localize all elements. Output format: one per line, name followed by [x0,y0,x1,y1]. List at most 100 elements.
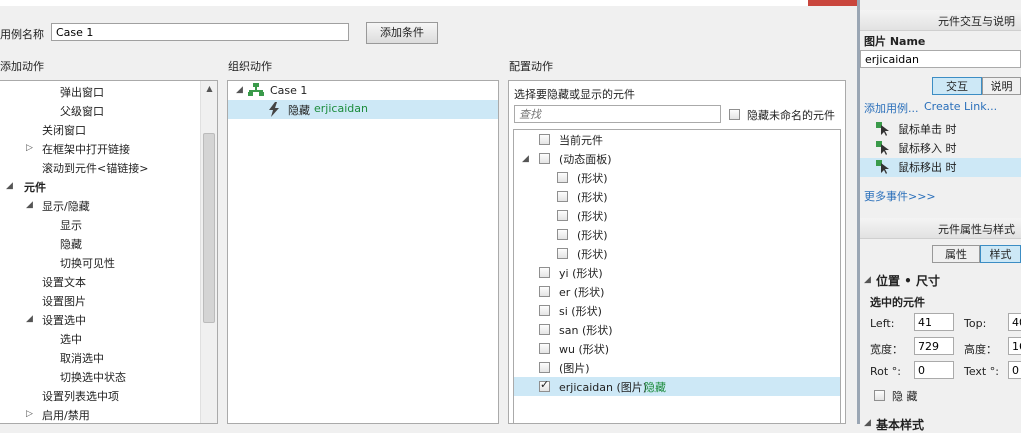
action-item-scroll-to[interactable]: 滚动到元件<锚链接> [42,159,148,178]
widget-search-input[interactable] [514,105,721,123]
action-item-close-window[interactable]: 关闭窗口 [42,121,86,140]
action-item-parent-window[interactable]: 父级窗口 [60,102,104,121]
hide-unnamed-label: 隐藏未命名的元件 [747,109,835,122]
rotation-input[interactable] [914,361,954,379]
lightning-icon [269,102,279,117]
collapse-triangle-icon[interactable]: ◢ [522,154,529,164]
widget-checkbox[interactable] [557,210,568,221]
action-tree-panel: 弹出窗口 父级窗口 关闭窗口 ▷ 在框架中打开链接 滚动到元件<锚链接> ◢ 元… [0,80,218,424]
widget-checkbox[interactable] [557,191,568,202]
collapse-triangle-icon[interactable]: ◢ [26,314,33,324]
widget-label[interactable]: san (形状) [559,322,613,338]
height-label: 高度： [964,343,997,356]
collapse-triangle-icon[interactable]: ◢ [864,418,871,428]
expand-triangle-icon[interactable]: ▷ [26,143,33,153]
widget-label[interactable]: (形状) [577,189,608,205]
widget-checkbox[interactable] [557,248,568,259]
event-mouseleave[interactable]: 鼠标移出 时 [860,158,1021,177]
action-item-enable-disable[interactable]: 启用/禁用 [42,406,90,423]
widget-label[interactable]: erjicaidan (图片) [559,379,647,395]
collapse-triangle-icon[interactable]: ◢ [864,275,871,285]
hidden-checkbox[interactable] [874,390,885,401]
tab-properties[interactable]: 属性 [932,245,980,263]
widget-label[interactable]: (动态面板) [559,151,612,167]
widget-checkbox[interactable] [539,324,550,335]
action-item-set-image[interactable]: 设置图片 [42,292,86,311]
widget-list: 当前元件 ◢ (动态面板) (形状) (形状) (形状) (形状) (形状) y… [513,129,841,423]
create-link-link[interactable]: Create Link... [924,100,997,113]
tab-style[interactable]: 样式 [980,245,1021,263]
widget-checkbox[interactable] [557,172,568,183]
widget-label[interactable]: (图片) [559,360,590,376]
widget-checkbox[interactable] [557,229,568,240]
add-case-link[interactable]: 添加用例... [864,100,919,116]
action-item-unselect[interactable]: 取消选中 [60,349,104,368]
collapse-triangle-icon[interactable]: ◢ [236,85,243,95]
collapse-triangle-icon[interactable]: ◢ [6,181,13,191]
action-group-show-hide[interactable]: 显示/隐藏 [42,197,90,216]
action-item-set-text[interactable]: 设置文本 [42,273,86,292]
tab-notes[interactable]: 说明 [982,77,1021,95]
rotation-label: Rot °: [870,365,901,378]
scrollbar-thumb[interactable] [203,133,215,323]
action-group-widget[interactable]: 元件 [24,178,46,197]
action-tree-scrollbar[interactable]: ▲ [200,81,217,423]
width-input[interactable] [914,337,954,355]
widget-label[interactable]: er (形状) [559,284,604,300]
action-group-set-selected[interactable]: 设置选中 [42,311,86,330]
widget-checkbox[interactable] [539,267,550,278]
base-style-title: 基本样式 [876,418,925,432]
case-node[interactable]: Case 1 [270,81,307,100]
widget-label[interactable]: wu (形状) [559,341,609,357]
action-name: 隐藏 [288,104,310,117]
action-target: erjicaidan [314,102,368,115]
widget-label[interactable]: si (形状) [559,303,602,319]
height-input[interactable] [1008,337,1021,355]
collapse-triangle-icon[interactable]: ◢ [26,200,33,210]
action-item-popup[interactable]: 弹出窗口 [60,83,104,102]
action-item-toggle-selected[interactable]: 切换选中状态 [60,368,126,387]
widget-name-label: 图片 Name [864,35,926,48]
widget-checkbox[interactable] [539,305,550,316]
case-name-input[interactable] [51,23,349,41]
widget-checkbox[interactable] [539,343,550,354]
expand-triangle-icon[interactable]: ▷ [26,409,33,419]
action-item-open-in-frame[interactable]: 在框架中打开链接 [42,140,130,159]
more-events-link[interactable]: 更多事件>>> [864,188,936,204]
width-label: 宽度： [870,343,903,356]
widget-label[interactable]: yi (形状) [559,265,603,281]
action-item-toggle-visibility[interactable]: 切换可见性 [60,254,115,273]
selected-widget-label: 选中的元件 [870,296,925,309]
action-item-hide[interactable]: 隐藏 [60,235,82,254]
widget-name-input[interactable] [860,50,1021,68]
event-onclick[interactable]: 鼠标单击 时 [860,120,1021,139]
configure-prompt: 选择要隐藏或显示的元件 [514,88,635,101]
event-mouseenter[interactable]: 鼠标移入 时 [860,139,1021,158]
tab-interaction[interactable]: 交互 [932,77,982,95]
widget-label[interactable]: 当前元件 [559,132,603,148]
action-item-show[interactable]: 显示 [60,216,82,235]
selected-action-row[interactable]: 隐藏 erjicaidan [228,100,498,119]
left-input[interactable] [914,313,954,331]
widget-checkbox[interactable] [539,286,550,297]
properties-panel-header: 元件属性与样式 [860,218,1021,239]
action-item-select[interactable]: 选中 [60,330,82,349]
hide-unnamed-checkbox[interactable] [729,109,740,120]
widget-label[interactable]: (形状) [577,227,608,243]
add-condition-button[interactable]: 添加条件 [366,22,438,44]
case-editor-dialog: 用例名称 添加条件 添加动作 组织动作 配置动作 弹出窗口 父级窗口 关闭窗口 … [0,0,860,424]
configure-action-panel: 选择要隐藏或显示的元件 隐藏未命名的元件 当前元件 ◢ (动态面板) (形状) … [508,80,846,424]
text-rotation-input[interactable] [1008,361,1021,379]
widget-label[interactable]: (形状) [577,170,608,186]
widget-checkbox-checked[interactable] [539,378,550,392]
widget-checkbox[interactable] [539,153,550,164]
action-item-set-list-selection[interactable]: 设置列表选中项 [42,387,119,406]
event-cursor-icon [876,141,889,155]
widget-checkbox[interactable] [539,134,550,145]
widget-label[interactable]: (形状) [577,208,608,224]
top-input[interactable] [1008,313,1021,331]
scroll-up-arrow-icon[interactable]: ▲ [201,81,217,97]
widget-label[interactable]: (形状) [577,246,608,262]
close-button[interactable] [808,0,858,6]
widget-checkbox[interactable] [539,362,550,373]
